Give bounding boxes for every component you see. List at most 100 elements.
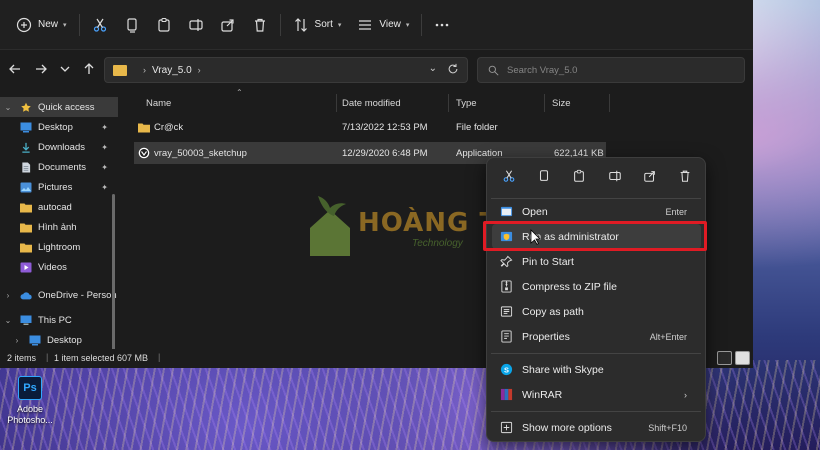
- menu-item-label: Properties: [522, 330, 570, 343]
- scissors-icon: [503, 170, 515, 182]
- status-divider: |: [158, 352, 161, 362]
- sidebar-item-quick-access[interactable]: ⌄ Quick access: [0, 97, 118, 117]
- sidebar-item-label: Hình ảnh: [38, 221, 77, 233]
- navigation-pane: ⌄ Quick access Desktop ✦ Downloads ✦ Doc…: [0, 94, 118, 349]
- copy-button[interactable]: [116, 10, 148, 40]
- more-options-button[interactable]: [426, 10, 458, 40]
- desktop-icon-photoshop[interactable]: Ps Adobe Photosho...: [6, 376, 54, 426]
- breadcrumb-vray[interactable]: Vray_5.0: [152, 65, 192, 76]
- sidebar-item-label: Quick access: [38, 101, 95, 113]
- skype-icon: S: [500, 363, 512, 376]
- back-button[interactable]: [6, 60, 24, 78]
- divider: [421, 13, 423, 36]
- menu-shortcut: Enter: [665, 206, 687, 217]
- sidebar-item-lightroom[interactable]: Lightroom: [0, 237, 118, 257]
- sidebar-item-documents[interactable]: Documents ✦: [0, 157, 118, 177]
- menu-item-copy-as-path[interactable]: Copy as path: [492, 299, 701, 324]
- arrow-right-icon: [36, 64, 47, 74]
- delete-button[interactable]: [244, 10, 276, 40]
- sidebar-item-onedrive[interactable]: › OneDrive - Person: [0, 285, 118, 305]
- status-selection: 1 item selected 607 MB: [54, 353, 149, 363]
- desktop-icon: [29, 335, 41, 345]
- menu-item-run-as-admin[interactable]: Run as administrator: [492, 224, 701, 249]
- column-header-type[interactable]: Type: [456, 94, 477, 112]
- menu-divider: [491, 411, 701, 412]
- column-divider[interactable]: [609, 94, 610, 112]
- cut-button[interactable]: [501, 168, 517, 184]
- address-dropdown-icon[interactable]: ⌄: [429, 63, 437, 74]
- sidebar-item-autocad[interactable]: autocad: [0, 197, 118, 217]
- view-button[interactable]: View ▾: [349, 10, 417, 40]
- column-header-name[interactable]: Name: [146, 94, 171, 112]
- sidebar-item-label: Videos: [38, 261, 67, 273]
- column-divider[interactable]: [336, 94, 337, 112]
- trash-icon: [254, 18, 265, 32]
- sidebar-scrollbar[interactable]: [112, 194, 115, 349]
- sidebar-item-label: Downloads: [38, 141, 85, 153]
- delete-button[interactable]: [677, 168, 693, 184]
- search-input[interactable]: [507, 64, 707, 76]
- chevron-down-icon[interactable]: ⌄: [3, 316, 13, 325]
- more-dots-icon: [436, 23, 449, 26]
- menu-item-share-skype[interactable]: S Share with Skype: [492, 357, 701, 382]
- command-bar: New ▾ Sort ▾ View ▾: [0, 0, 753, 50]
- rename-button[interactable]: [180, 10, 212, 40]
- recent-locations-button[interactable]: [56, 60, 74, 78]
- more-options-icon: [500, 421, 512, 434]
- forward-button[interactable]: [32, 60, 50, 78]
- column-divider[interactable]: [544, 94, 545, 112]
- copy-button[interactable]: [536, 168, 552, 184]
- menu-item-show-more-options[interactable]: Show more options Shift+F10: [492, 415, 701, 440]
- sort-button-label: Sort: [314, 19, 333, 30]
- rename-button[interactable]: [607, 168, 623, 184]
- sidebar-item-pc-desktop[interactable]: › Desktop: [0, 330, 118, 349]
- column-divider[interactable]: [448, 94, 449, 112]
- menu-item-label: WinRAR: [522, 388, 563, 401]
- column-header-date[interactable]: Date modified: [342, 94, 401, 112]
- menu-item-open[interactable]: Open Enter: [492, 199, 701, 224]
- folder-icon: [113, 64, 127, 76]
- paste-icon: [157, 17, 170, 32]
- paste-button[interactable]: [148, 10, 180, 40]
- sidebar-item-label: autocad: [38, 201, 72, 213]
- menu-item-properties[interactable]: Properties Alt+Enter: [492, 324, 701, 349]
- arrow-left-icon: [9, 64, 20, 74]
- sidebar-item-pictures[interactable]: Pictures ✦: [0, 177, 118, 197]
- menu-item-compress-zip[interactable]: Compress to ZIP file: [492, 274, 701, 299]
- chevron-down-icon[interactable]: ⌄: [3, 103, 13, 112]
- plus-circle-icon: [16, 17, 32, 32]
- folder-icon: [138, 123, 150, 133]
- video-icon: [20, 262, 32, 272]
- sort-indicator-icon: ⌃: [236, 88, 243, 97]
- address-row: › Vray_5.0 › ⌄: [0, 50, 753, 90]
- share-button[interactable]: [212, 10, 244, 40]
- refresh-icon[interactable]: [447, 63, 459, 78]
- new-button[interactable]: New ▾: [8, 10, 75, 40]
- up-button[interactable]: [80, 60, 98, 78]
- tiles-view-button[interactable]: [735, 351, 750, 365]
- details-view-button[interactable]: [717, 351, 732, 365]
- sidebar-item-this-pc[interactable]: ⌄ This PC: [0, 310, 118, 330]
- winrar-icon: [500, 388, 512, 401]
- chevron-right-icon[interactable]: ›: [12, 336, 22, 345]
- sidebar-item-hinh-anh[interactable]: Hình ảnh: [0, 217, 118, 237]
- chevron-right-icon[interactable]: ›: [3, 291, 13, 300]
- sidebar-item-downloads[interactable]: Downloads ✦: [0, 137, 118, 157]
- chevron-right-icon[interactable]: ›: [198, 65, 201, 75]
- context-quick-actions: [497, 168, 697, 190]
- paste-button[interactable]: [571, 168, 587, 184]
- sidebar-item-videos[interactable]: Videos: [0, 257, 118, 277]
- menu-item-pin-to-start[interactable]: Pin to Start: [492, 249, 701, 274]
- chevron-down-icon: ▾: [63, 21, 67, 29]
- pin-icon: ✦: [101, 162, 108, 172]
- share-button[interactable]: [642, 168, 658, 184]
- view-button-label: View: [379, 19, 401, 30]
- cut-button[interactable]: [84, 10, 116, 40]
- file-row[interactable]: Cr@ck 7/13/2022 12:53 PM File folder: [134, 116, 606, 138]
- sidebar-item-desktop[interactable]: Desktop ✦: [0, 117, 118, 137]
- trash-icon: [680, 170, 690, 182]
- menu-item-winrar[interactable]: WinRAR ›: [492, 382, 701, 407]
- address-bar[interactable]: › Vray_5.0 › ⌄: [104, 57, 468, 83]
- sort-button[interactable]: Sort ▾: [285, 10, 350, 40]
- column-header-size[interactable]: Size: [552, 94, 570, 112]
